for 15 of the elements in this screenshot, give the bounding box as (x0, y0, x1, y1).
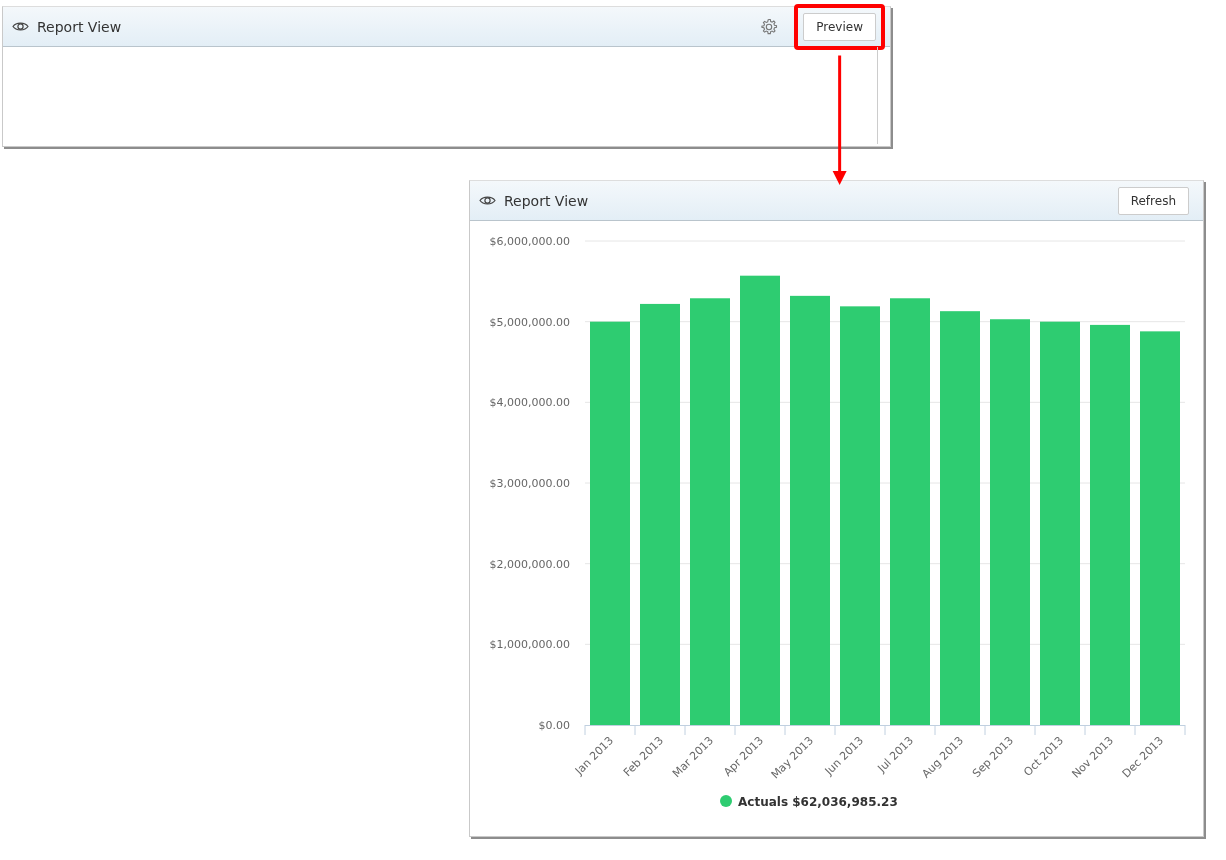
axis-label: $1,000,000.00 (489, 638, 570, 652)
axis-label: $2,000,000.00 (489, 557, 570, 571)
settings-icon[interactable] (760, 17, 779, 36)
panel-title: Report View (504, 192, 590, 209)
axis-label: $5,000,000.00 (489, 315, 570, 329)
refresh-button[interactable]: Refresh (1117, 186, 1189, 215)
axis-label: $6,000,000.00 (489, 235, 570, 248)
axis-label: $0.00 (538, 719, 570, 732)
axis-label: $3,000,000.00 (489, 477, 570, 490)
panel-title: Report View (37, 18, 123, 35)
eye-icon (12, 21, 29, 32)
preview-button[interactable]: Preview (803, 12, 876, 41)
eye-icon (479, 195, 496, 206)
legend-label[interactable]: Actuals $62,036,985.23 (738, 795, 898, 809)
axis-label: $4,000,000.00 (489, 396, 570, 410)
